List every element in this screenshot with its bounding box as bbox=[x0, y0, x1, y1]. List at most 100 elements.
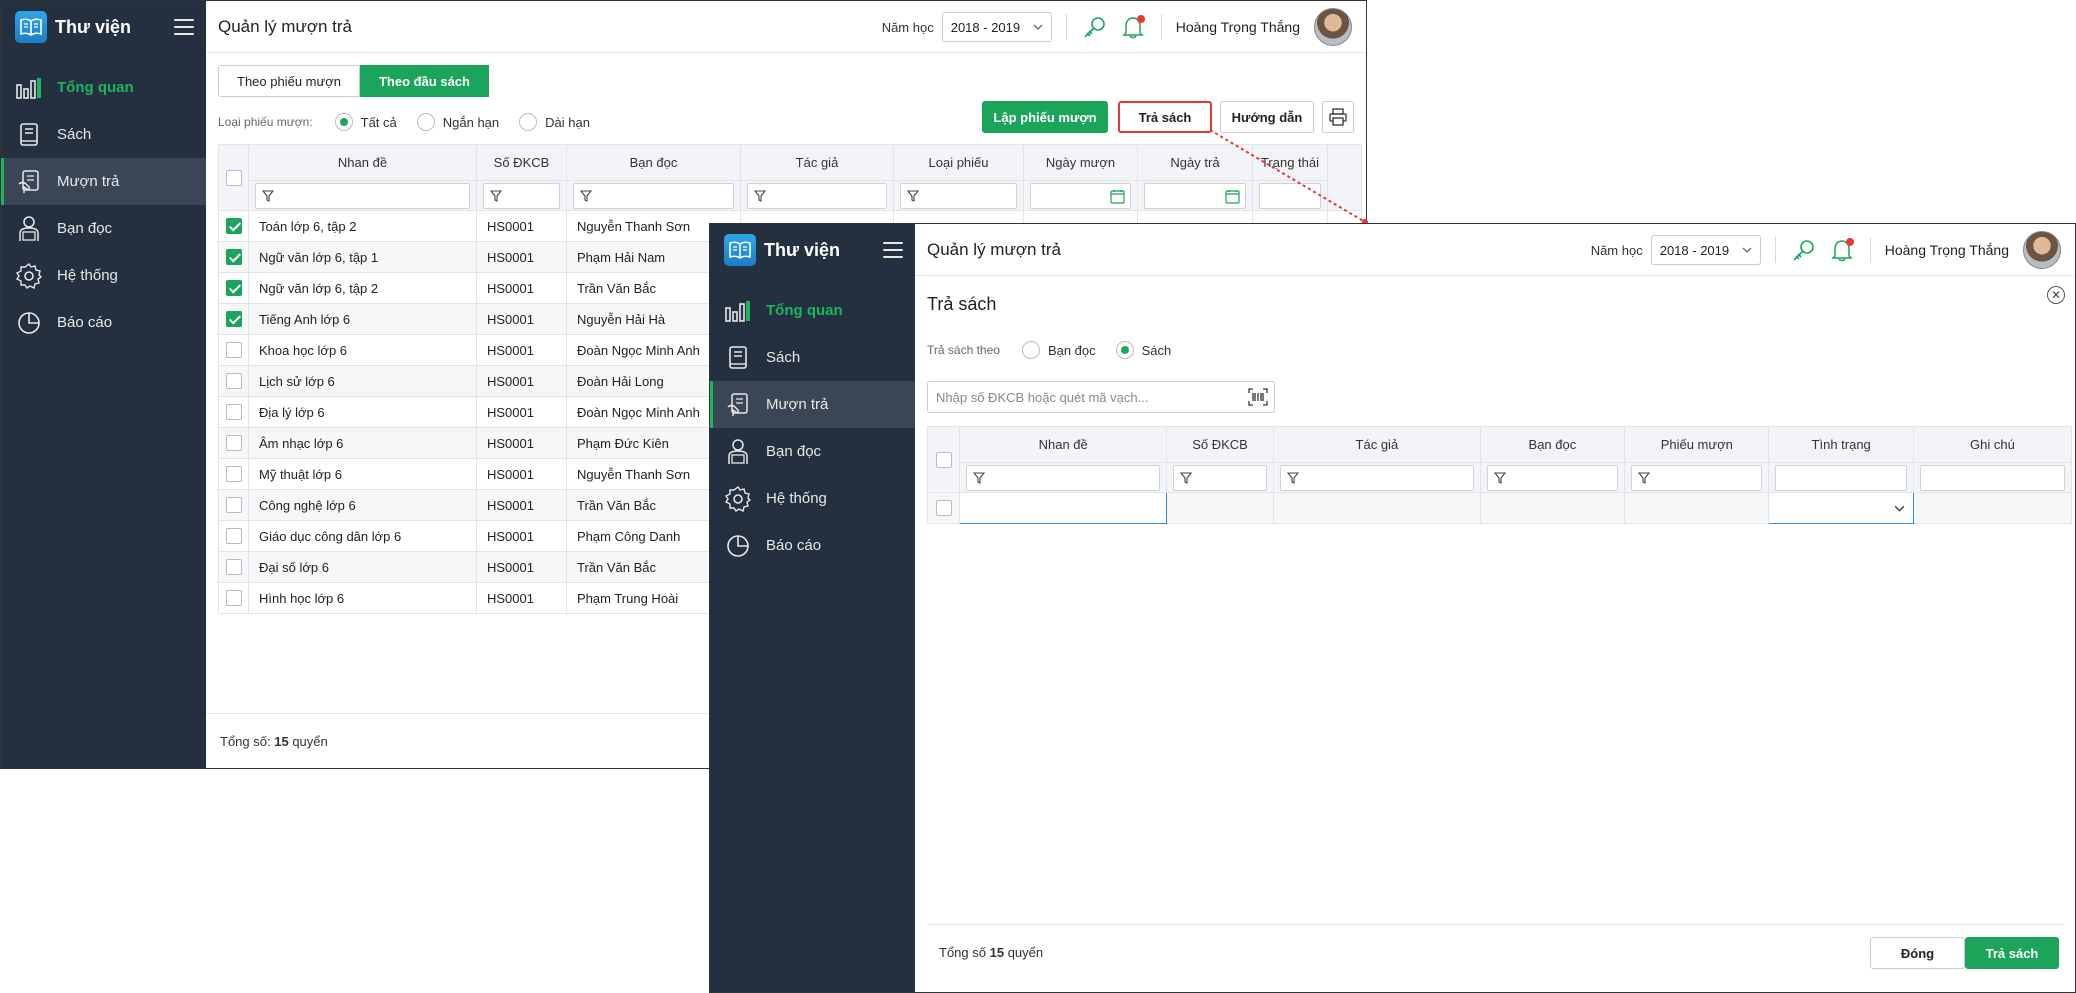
total-suffix: quyển bbox=[292, 734, 328, 749]
bell-icon[interactable] bbox=[1119, 13, 1147, 41]
guide-button[interactable]: Hướng dẫn bbox=[1220, 101, 1314, 133]
calendar-icon[interactable] bbox=[1110, 189, 1125, 204]
title-edit-cell[interactable] bbox=[959, 492, 1167, 524]
filter-author-input[interactable] bbox=[1280, 464, 1474, 491]
code-cell: HS0001 bbox=[476, 365, 567, 397]
row-checkbox[interactable] bbox=[225, 590, 242, 607]
row-checkbox[interactable] bbox=[225, 342, 242, 359]
sidebar-item-reports[interactable]: Báo cáo bbox=[1, 299, 206, 346]
sidebar-item-overview[interactable]: Tổng quan bbox=[710, 287, 915, 334]
radio-long-term[interactable] bbox=[519, 113, 538, 131]
row-checkbox[interactable] bbox=[225, 280, 242, 297]
row-checkbox[interactable] bbox=[225, 466, 242, 483]
condition-select[interactable] bbox=[1768, 492, 1914, 524]
select-all-checkbox[interactable] bbox=[225, 169, 242, 186]
sidebar-item-system[interactable]: Hệ thống bbox=[1, 252, 206, 299]
library-logo-icon bbox=[15, 11, 47, 43]
col-status[interactable]: Trạng thái bbox=[1252, 144, 1328, 181]
return-books-button[interactable]: Trả sách bbox=[1118, 101, 1212, 133]
row-checkbox[interactable] bbox=[225, 435, 242, 452]
barcode-input[interactable]: Nhập số ĐKCB hoặc quét mã vạch... bbox=[927, 381, 1275, 413]
sidebar-item-books[interactable]: Sách bbox=[1, 111, 206, 158]
menu-toggle-icon[interactable] bbox=[174, 19, 194, 35]
print-button[interactable] bbox=[1322, 101, 1354, 133]
calendar-icon[interactable] bbox=[1225, 189, 1240, 204]
sidebar-item-borrow-return[interactable]: Mượn trả bbox=[710, 381, 915, 428]
col-borrow-date[interactable]: Ngày mượn bbox=[1023, 144, 1138, 181]
search-key-icon[interactable] bbox=[1081, 13, 1109, 41]
sidebar-item-reports[interactable]: Báo cáo bbox=[710, 522, 915, 569]
col-code[interactable]: Số ĐKCB bbox=[1165, 426, 1275, 463]
sidebar-item-system[interactable]: Hệ thống bbox=[710, 475, 915, 522]
bell-icon[interactable] bbox=[1828, 236, 1856, 264]
row-checkbox[interactable] bbox=[225, 218, 242, 235]
col-return-date[interactable]: Ngày trả bbox=[1137, 144, 1253, 181]
filter-code-input[interactable] bbox=[483, 182, 560, 209]
filter-author-input[interactable] bbox=[747, 182, 887, 209]
code-cell: HS0001 bbox=[476, 303, 567, 335]
year-value: 2018 - 2019 bbox=[950, 19, 1021, 35]
close-icon[interactable]: ✕ bbox=[2047, 286, 2065, 304]
create-slip-button[interactable]: Lập phiếu mượn bbox=[982, 101, 1108, 133]
radio-all[interactable] bbox=[334, 113, 353, 131]
row-checkbox[interactable] bbox=[225, 249, 242, 266]
filter-title-input[interactable] bbox=[966, 464, 1160, 491]
col-reader[interactable]: Bạn đọc bbox=[1479, 426, 1626, 463]
row-checkbox[interactable] bbox=[225, 528, 242, 545]
menu-toggle-icon[interactable] bbox=[883, 242, 903, 258]
col-author[interactable]: Tác giả bbox=[740, 144, 894, 181]
filter-title-input[interactable] bbox=[255, 182, 470, 209]
filter-reader-input[interactable] bbox=[573, 182, 734, 209]
radio-by-book[interactable] bbox=[1115, 341, 1134, 359]
sidebar-item-books[interactable]: Sách bbox=[710, 334, 915, 381]
tab-by-title[interactable]: Theo đầu sách bbox=[359, 65, 489, 97]
avatar[interactable] bbox=[2023, 231, 2061, 269]
select-all-checkbox[interactable] bbox=[935, 451, 952, 468]
filter-slip-input[interactable] bbox=[1631, 464, 1763, 491]
col-slip[interactable]: Phiếu mượn bbox=[1624, 426, 1770, 463]
filter-return-date-input[interactable] bbox=[1144, 182, 1246, 209]
avatar[interactable] bbox=[1314, 8, 1352, 46]
row-checkbox[interactable] bbox=[225, 559, 242, 576]
year-select[interactable]: 2018 - 2019 bbox=[941, 12, 1052, 42]
slip-cell bbox=[1624, 492, 1770, 524]
row-checkbox[interactable] bbox=[225, 404, 242, 421]
row-checkbox[interactable] bbox=[225, 311, 242, 328]
sidebar-item-borrow-return[interactable]: Mượn trả bbox=[1, 158, 206, 205]
col-title[interactable]: Nhan đề bbox=[959, 426, 1167, 463]
radio-short-term[interactable] bbox=[416, 113, 435, 131]
filter-borrow-date-input[interactable] bbox=[1030, 182, 1131, 209]
table-header-row: Nhan đề Số ĐKCB Tác giả Bạn đọc Phiếu mư… bbox=[926, 426, 2073, 493]
reader-cell bbox=[1479, 492, 1626, 524]
col-author[interactable]: Tác giả bbox=[1273, 426, 1481, 463]
col-title[interactable]: Nhan đề bbox=[248, 144, 477, 181]
filter-code-input[interactable] bbox=[1173, 464, 1268, 491]
confirm-return-button[interactable]: Trả sách bbox=[1965, 937, 2059, 969]
col-note[interactable]: Ghi chú bbox=[1912, 426, 2073, 463]
year-select[interactable]: 2018 - 2019 bbox=[1650, 235, 1761, 265]
filter-icon bbox=[907, 189, 919, 202]
sidebar-header: Thư viện bbox=[1, 1, 206, 53]
filter-slip-type-input[interactable] bbox=[900, 182, 1017, 209]
filter-icon bbox=[1287, 471, 1300, 484]
filter-reader-input[interactable] bbox=[1486, 464, 1619, 491]
tab-by-slip[interactable]: Theo phiếu mượn bbox=[218, 65, 360, 97]
sidebar-item-overview[interactable]: Tổng quan bbox=[1, 64, 206, 111]
library-logo-icon bbox=[724, 234, 756, 266]
filter-status-input[interactable] bbox=[1259, 182, 1321, 209]
row-checkbox[interactable] bbox=[225, 373, 242, 390]
row-checkbox[interactable] bbox=[225, 497, 242, 514]
col-code[interactable]: Số ĐKCB bbox=[476, 144, 567, 181]
filter-note-input[interactable] bbox=[1919, 464, 2065, 491]
col-condition[interactable]: Tình trạng bbox=[1768, 426, 1914, 463]
radio-by-reader[interactable] bbox=[1021, 341, 1040, 359]
col-slip-type[interactable]: Loại phiếu bbox=[893, 144, 1024, 181]
close-button[interactable]: Đóng bbox=[1870, 937, 1965, 969]
sidebar-item-readers[interactable]: Bạn đọc bbox=[1, 205, 206, 252]
search-key-icon[interactable] bbox=[1790, 236, 1818, 264]
filter-condition-input[interactable] bbox=[1775, 464, 1907, 491]
barcode-scan-icon[interactable] bbox=[1248, 388, 1268, 406]
sidebar-item-readers[interactable]: Bạn đọc bbox=[710, 428, 915, 475]
row-checkbox[interactable] bbox=[935, 500, 952, 517]
col-reader[interactable]: Bạn đọc bbox=[566, 144, 741, 181]
